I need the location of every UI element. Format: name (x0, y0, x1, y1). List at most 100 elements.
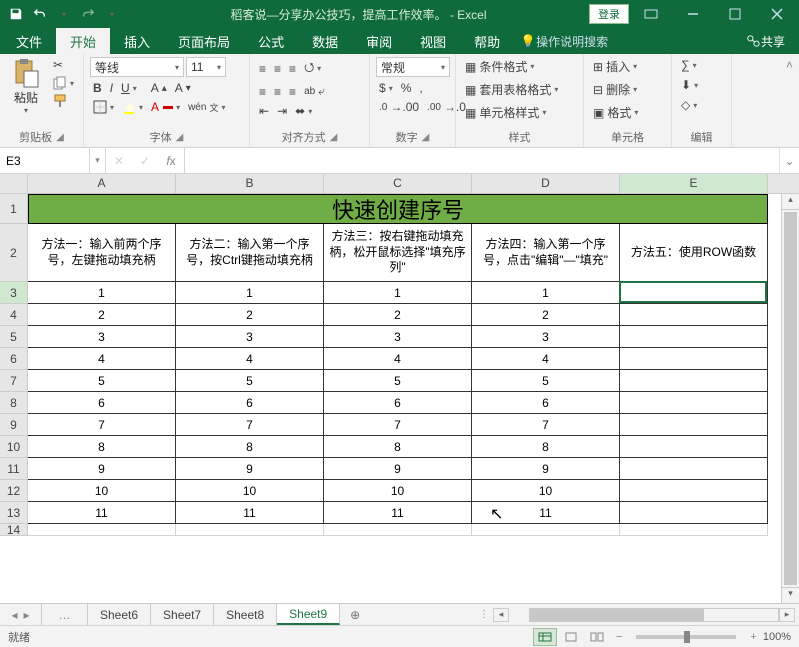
formula-bar[interactable] (185, 148, 779, 173)
row-header[interactable]: 11 (0, 458, 28, 480)
cell[interactable] (620, 458, 768, 480)
select-all-corner[interactable] (0, 174, 28, 193)
format-painter-button[interactable] (50, 93, 77, 109)
column-header[interactable]: A (28, 174, 176, 193)
table-header-cell[interactable]: 方法二：输入第一个序号，按Ctrl键拖动填充柄 (176, 224, 324, 282)
minimize-icon[interactable] (673, 1, 713, 27)
alignment-launcher-icon[interactable]: ◢ (330, 132, 338, 143)
cell[interactable]: 11 (28, 502, 176, 524)
cell[interactable]: 11 (472, 502, 620, 524)
tab-data[interactable]: 数据 (298, 28, 352, 54)
tab-page-layout[interactable]: 页面布局 (164, 28, 244, 54)
align-bottom-button[interactable]: ≡ (286, 61, 299, 77)
comma-button[interactable]: , (416, 80, 425, 96)
cell[interactable]: 2 (28, 304, 176, 326)
cell[interactable]: 8 (176, 436, 324, 458)
qat-customize-icon[interactable]: ▾ (102, 4, 122, 24)
zoom-level[interactable]: 100% (763, 631, 791, 643)
expand-formula-bar-icon[interactable]: ⌄ (779, 148, 799, 173)
row-header[interactable]: 7 (0, 370, 28, 392)
merged-title-cell[interactable]: 快速创建序号 (28, 194, 768, 224)
cell[interactable]: 4 (28, 348, 176, 370)
cut-button[interactable]: ✂ (50, 57, 77, 73)
zoom-out-button[interactable]: − (616, 631, 622, 643)
underline-button[interactable]: U▾ (118, 80, 140, 96)
view-page-break-button[interactable] (585, 628, 609, 646)
cell[interactable]: 8 (28, 436, 176, 458)
cell[interactable]: 11 (176, 502, 324, 524)
cell[interactable]: 2 (176, 304, 324, 326)
cancel-fx-icon[interactable]: ✕ (106, 154, 132, 168)
increase-indent-button[interactable]: ⇥ (274, 103, 290, 119)
column-header[interactable]: D (472, 174, 620, 193)
sheet-tab[interactable]: Sheet6 (88, 604, 151, 625)
delete-cells-button[interactable]: ⊟删除 ▾ (590, 80, 640, 99)
namebox-dropdown-icon[interactable]: ▾ (90, 148, 106, 173)
merge-button[interactable]: ⬌▾ (292, 103, 315, 119)
row-header[interactable]: 1 (0, 194, 28, 224)
italic-button[interactable]: I (107, 80, 116, 96)
align-top-button[interactable]: ≡ (256, 61, 269, 77)
zoom-thumb[interactable] (684, 631, 690, 643)
column-header[interactable]: C (324, 174, 472, 193)
tab-review[interactable]: 审阅 (352, 28, 406, 54)
column-header[interactable]: E (620, 174, 768, 193)
scroll-thumb-horizontal[interactable] (529, 608, 779, 622)
font-size-combo[interactable]: 11▾ (186, 57, 226, 77)
cell[interactable] (620, 348, 768, 370)
undo-dropdown-icon[interactable]: ▾ (54, 4, 74, 24)
row-header[interactable]: 3 (0, 282, 28, 304)
cell[interactable] (620, 436, 768, 458)
insert-cells-button[interactable]: ⊞插入 ▾ (590, 57, 640, 76)
cell[interactable]: 6 (28, 392, 176, 414)
save-icon[interactable] (6, 4, 26, 24)
percent-button[interactable]: % (398, 80, 415, 96)
cell[interactable]: 7 (324, 414, 472, 436)
align-center-button[interactable]: ≡ (271, 84, 284, 100)
row-header[interactable]: 9 (0, 414, 28, 436)
cell[interactable] (324, 524, 472, 536)
cell[interactable] (620, 524, 768, 536)
sheet-tab[interactable]: Sheet9 (277, 604, 340, 625)
sheet-nav[interactable]: ◂▸ (0, 604, 42, 625)
cell[interactable] (472, 524, 620, 536)
sheet-next-icon[interactable]: ▸ (24, 608, 30, 622)
tab-formulas[interactable]: 公式 (244, 28, 298, 54)
cell[interactable] (176, 524, 324, 536)
autosum-button[interactable]: ∑▾ (678, 57, 700, 73)
horizontal-scrollbar[interactable]: ⋮ ◂ ▸ (370, 604, 799, 625)
zoom-in-button[interactable]: + (750, 631, 756, 643)
cell[interactable]: 2 (472, 304, 620, 326)
number-format-combo[interactable]: 常规▾ (376, 57, 450, 77)
align-middle-button[interactable]: ≡ (271, 61, 284, 77)
cell[interactable]: 10 (28, 480, 176, 502)
row-header[interactable]: 6 (0, 348, 28, 370)
cell[interactable]: 7 (176, 414, 324, 436)
cell[interactable]: 4 (472, 348, 620, 370)
cell[interactable]: 8 (472, 436, 620, 458)
vertical-scrollbar[interactable]: ▴ ▾ (781, 194, 799, 603)
cell[interactable]: 7 (472, 414, 620, 436)
cell[interactable] (620, 502, 768, 524)
number-launcher-icon[interactable]: ◢ (422, 132, 430, 143)
accounting-button[interactable]: $▾ (376, 80, 396, 96)
cell[interactable]: 5 (472, 370, 620, 392)
view-normal-button[interactable] (533, 628, 557, 646)
scroll-left-icon[interactable]: ◂ (493, 608, 509, 622)
cell[interactable]: 9 (472, 458, 620, 480)
font-color-button[interactable]: A▾ (148, 99, 183, 115)
scroll-up-icon[interactable]: ▴ (782, 194, 799, 210)
row-header[interactable]: 13 (0, 502, 28, 524)
table-header-cell[interactable]: 方法四：输入第一个序号，点击"编辑"—"填充" (472, 224, 620, 282)
tab-view[interactable]: 视图 (406, 28, 460, 54)
font-name-combo[interactable]: 等线▾ (90, 57, 184, 77)
cell[interactable]: 3 (28, 326, 176, 348)
ribbon-display-icon[interactable] (631, 1, 671, 27)
tab-split-handle[interactable]: ⋮ (479, 609, 489, 620)
paste-button[interactable]: 粘贴 ▾ (6, 57, 46, 115)
table-header-cell[interactable]: 方法三：按右键拖动填充柄，松开鼠标选择"填充序列" (324, 224, 472, 282)
copy-button[interactable]: ▾ (50, 75, 77, 91)
cell[interactable]: 11 (324, 502, 472, 524)
clipboard-launcher-icon[interactable]: ◢ (56, 132, 64, 143)
row-header[interactable]: 4 (0, 304, 28, 326)
